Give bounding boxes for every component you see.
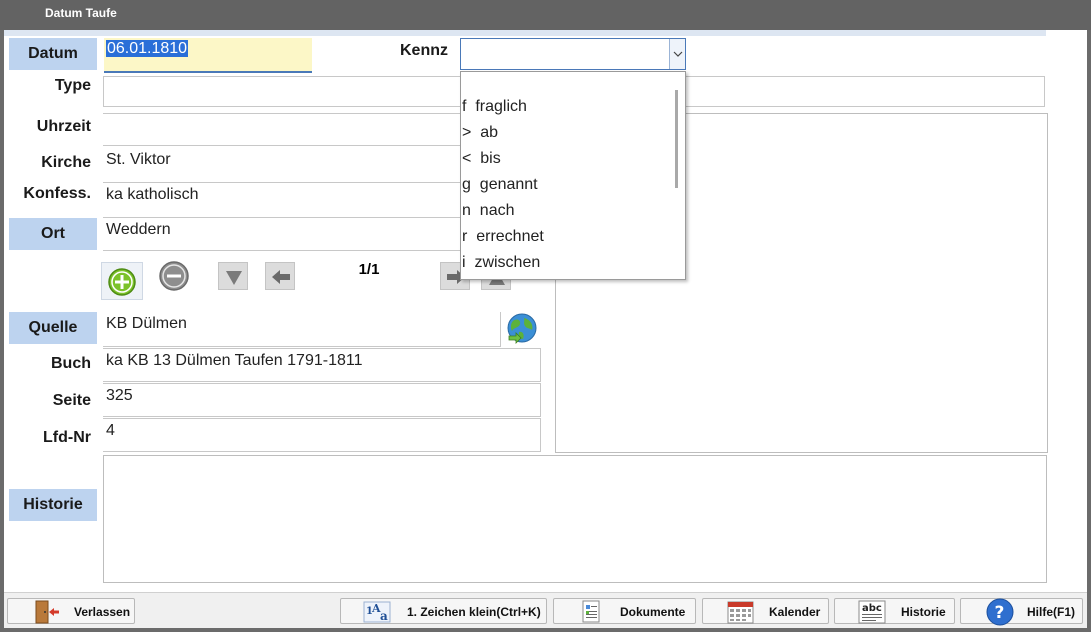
datum-input[interactable]: 06.01.1810 [104,38,312,73]
text-case-icon: 1 A a [363,601,391,623]
kennz-dropdown-list[interactable]: f fraglich > ab < bis g genannt n nach r… [460,71,686,280]
historie-textarea[interactable] [103,455,1047,583]
minus-circle-icon [159,261,189,291]
move-down-button[interactable] [218,262,248,290]
calendar-icon [727,601,754,624]
buch-input[interactable]: ka KB 13 Dülmen Taufen 1791-1811 [103,348,541,382]
abc-history-icon: abc [858,600,886,624]
plus-circle-icon [108,268,136,296]
quelle-input[interactable]: KB Dülmen [103,312,501,347]
svg-text:abc: abc [862,603,882,614]
ort-label: Ort [9,218,97,250]
arrow-left-icon [272,270,290,284]
lfd-nr-label: Lfd-Nr [43,429,91,446]
door-exit-icon [35,600,59,624]
verlassen-button[interactable]: Verlassen [7,598,135,624]
seite-label: Seite [52,392,91,409]
chevron-down-icon [673,51,683,57]
lfd-nr-input[interactable]: 4 [103,418,541,452]
datum-taufe-window: Datum Type Uhrzeit Kirche Konfess. Ort Q… [4,30,1087,628]
record-counter: 1/1 [358,261,380,278]
kennz-dropdown-button[interactable] [669,39,685,69]
hilfe-button[interactable]: ? Hilfe(F1) [960,598,1083,626]
svg-text:?: ? [995,603,1005,623]
footer-toolbar: Verlassen 1 A a 1. Zeichen klein(Ctrl+K)… [4,592,1087,628]
uhrzeit-label: Uhrzeit [36,118,91,135]
window-title: Datum Taufe [0,0,1091,30]
kennz-option[interactable]: < bis [462,150,501,168]
kennz-option[interactable]: i zwischen [462,254,540,272]
kirche-input[interactable]: St. Viktor [103,148,461,183]
kennz-option[interactable]: g genannt [462,176,538,194]
konfess-label: Konfess. [23,185,91,202]
kennz-label: Kennz [400,42,448,59]
konfess-input[interactable]: ka katholisch [103,183,461,218]
datum-label: Datum [9,38,97,70]
buch-label: Buch [51,355,91,372]
remove-button[interactable] [158,260,190,292]
globe-icon [507,313,537,344]
historie-button[interactable]: abc Historie [834,598,955,624]
kirche-label: Kirche [41,154,91,171]
kalender-button[interactable]: Kalender [702,598,829,624]
svg-text:a: a [380,609,388,623]
dokumente-button[interactable]: Dokumente [553,598,696,624]
kennz-option[interactable]: f fraglich [462,98,527,116]
type-label: Type [54,77,91,94]
uhrzeit-input[interactable] [103,113,461,146]
ort-input[interactable]: Weddern [103,218,461,251]
dropdown-scrollbar[interactable] [675,90,678,188]
kennz-option[interactable]: > ab [462,124,498,142]
arrow-down-icon [226,271,242,285]
first-char-lowercase-button[interactable]: 1 A a 1. Zeichen klein(Ctrl+K) [340,598,547,624]
source-globe-button[interactable] [505,312,539,346]
documents-icon [582,600,600,623]
kennz-option[interactable]: r errechnet [462,228,544,246]
help-icon: ? [986,598,1014,626]
kennz-combobox[interactable] [460,38,686,70]
previous-button[interactable] [265,262,295,290]
quelle-label: Quelle [9,312,97,344]
historie-label: Historie [9,489,97,521]
add-button[interactable] [101,262,143,300]
top-strip [4,30,1046,36]
kennz-option[interactable]: n nach [462,202,514,220]
seite-input[interactable]: 325 [103,383,541,417]
